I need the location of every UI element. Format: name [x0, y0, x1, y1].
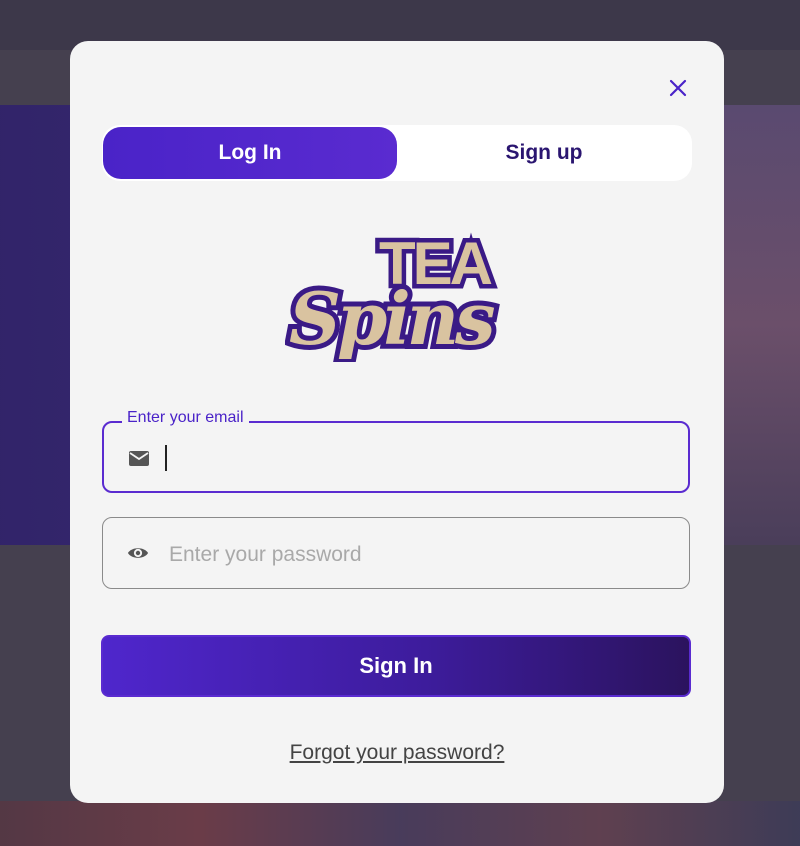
close-icon[interactable] [667, 77, 689, 99]
password-input[interactable] [167, 534, 671, 576]
sign-in-button[interactable]: Sign In [101, 635, 691, 697]
auth-tabs: Log In Sign up [102, 125, 692, 181]
svg-text:Spins: Spins [289, 276, 495, 361]
tab-sign-up[interactable]: Sign up [397, 127, 691, 179]
text-cursor [165, 445, 167, 471]
password-field[interactable] [102, 517, 690, 589]
eye-icon[interactable] [127, 542, 149, 564]
envelope-icon [129, 451, 149, 466]
login-modal: Log In Sign up TEA Spins Enter your emai… [70, 41, 724, 803]
forgot-password-link[interactable]: Forgot your password? [70, 741, 724, 765]
background-game-strip [0, 801, 800, 846]
email-input[interactable] [168, 439, 672, 481]
email-field[interactable]: Enter your email [102, 409, 690, 493]
tab-log-in[interactable]: Log In [103, 127, 397, 179]
background-side-image [720, 105, 800, 545]
email-label: Enter your email [122, 409, 249, 427]
tea-spins-logo: TEA Spins [285, 226, 504, 362]
